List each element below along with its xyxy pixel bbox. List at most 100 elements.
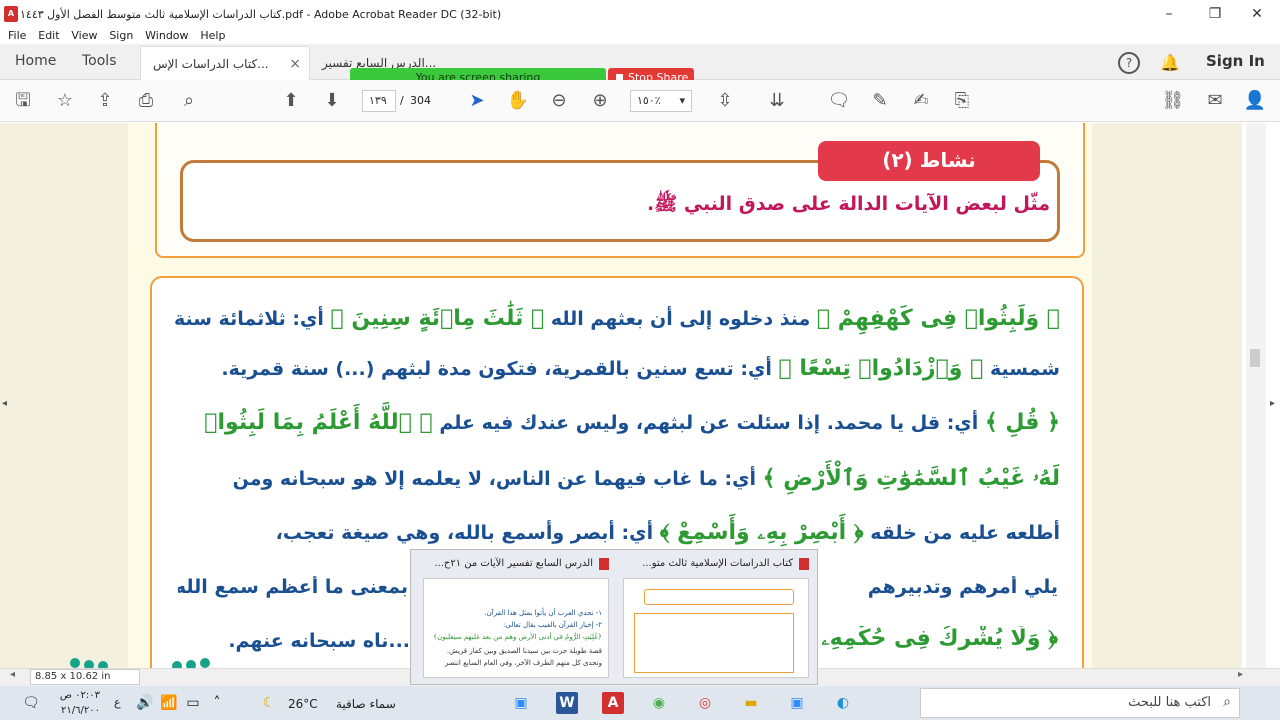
edge-app-icon[interactable]: ◐ bbox=[832, 692, 854, 714]
body-text: شمسية bbox=[983, 358, 1060, 380]
title-bar: A كتاب الدراسات الإسلامية ثالث متوسط الف… bbox=[0, 0, 1280, 28]
quran-text: ﴿ قُلِ ﴾ bbox=[984, 410, 1060, 435]
thumb-content-box bbox=[634, 613, 794, 673]
add-user-icon[interactable]: 👤 bbox=[1242, 88, 1268, 114]
taskbar-time[interactable]: ٠٢:٠٣ ص bbox=[56, 690, 100, 701]
wifi-icon[interactable]: 📶 bbox=[158, 692, 180, 714]
pdf-icon: A bbox=[4, 6, 18, 22]
tab-tools[interactable]: Tools bbox=[82, 53, 117, 69]
comment-icon[interactable]: 🗨 bbox=[826, 88, 852, 114]
hand-icon[interactable]: ✋ bbox=[505, 88, 531, 114]
taskbar-search-box[interactable]: اكتب هنا للبحث ⌕ bbox=[920, 688, 1240, 718]
search-placeholder: اكتب هنا للبحث bbox=[1128, 695, 1211, 710]
weather-condition[interactable]: سماء صافية bbox=[336, 697, 396, 711]
page-up-icon[interactable]: ⬆ bbox=[278, 88, 304, 114]
zoom-out-icon[interactable]: ⊖ bbox=[546, 88, 572, 114]
content-line-7-body: ...ناه سبحانه عنهم. bbox=[230, 630, 410, 652]
page-number-input[interactable]: ١٣٩ bbox=[362, 90, 396, 112]
quran-text: لَهُۥ غَيْبُ ٱلسَّمَٰوَٰتِ وَٱلْأَرْضِ ﴾ bbox=[762, 466, 1060, 491]
scroll-right-icon[interactable]: ▸ bbox=[1238, 669, 1243, 680]
vertical-scrollbar[interactable] bbox=[1246, 123, 1266, 668]
menu-help[interactable]: Help bbox=[200, 29, 225, 42]
activity-text: مثّل لبعض الآيات الدالة على صدق النبي ﷺ. bbox=[647, 193, 1050, 215]
quran-text: ﴿ ٱللَّهُ أَعْلَمُ بِمَا لَبِثُوا۟ bbox=[204, 410, 433, 435]
menu-window[interactable]: Window bbox=[145, 29, 188, 42]
recorder-app-icon[interactable]: ◎ bbox=[694, 692, 716, 714]
body-text: منذ دخلوه إلى أن بعثهم الله bbox=[544, 308, 817, 330]
page-down-icon[interactable]: ⬇ bbox=[319, 88, 345, 114]
window-title: كتاب الدراسات الإسلامية ثالث متوسط الفصل… bbox=[20, 8, 502, 21]
mail-icon[interactable]: ✉ bbox=[1202, 88, 1228, 114]
quran-text: ﴿ ثَلَٰثَ مِا۟ئَةٍ سِنِينَ ﴾ bbox=[330, 306, 545, 331]
scroll-mode-icon[interactable]: ⇊ bbox=[764, 88, 790, 114]
thumbnail-document-1[interactable]: كتاب الدراسات الإسلامية ثالث متو... bbox=[617, 554, 813, 682]
print-icon[interactable]: ⎙ bbox=[133, 88, 159, 114]
zoom-app-icon-2[interactable]: ▣ bbox=[786, 692, 808, 714]
scroll-left-icon[interactable]: ◂ bbox=[10, 669, 15, 680]
zoom-value: ١٥٠٪ bbox=[637, 94, 661, 107]
upload-icon[interactable]: ⇪ bbox=[92, 88, 118, 114]
battery-icon[interactable]: ▭ bbox=[182, 692, 204, 714]
chevron-up-icon[interactable]: ˄ bbox=[206, 692, 228, 714]
content-line-7-quran: ﴿ وَلَا يُشْرِكُ فِى حُكْمِهِۦ ﴾ bbox=[822, 626, 1058, 651]
left-panel-toggle-icon[interactable]: ◂ bbox=[2, 398, 7, 409]
menu-sign[interactable]: Sign bbox=[109, 29, 133, 42]
sign-in-button[interactable]: Sign In bbox=[1206, 52, 1265, 70]
body-text: أي: أبصر وأسمع بالله، وهي صيغة تعجب، bbox=[275, 522, 660, 544]
fit-page-icon[interactable]: ⇳ bbox=[712, 88, 738, 114]
bell-icon[interactable]: 🔔 bbox=[1160, 53, 1180, 72]
windows-taskbar: 🗨 ٠٢:٠٣ ص ٢١/٦/٢٠٠ ع 🔊 📶 ▭ ˄ ☾ 26°C سماء… bbox=[0, 686, 1280, 720]
draw-icon[interactable]: ✍ bbox=[908, 88, 934, 114]
tab-close-icon[interactable]: × bbox=[289, 47, 301, 81]
save-icon[interactable]: 🖫 bbox=[10, 88, 36, 114]
content-line-5: أطلعه عليه من خلقه ﴿ أَبْصِرْ بِهِۦ وَأَ… bbox=[180, 520, 1060, 545]
thumb-text-line: ١- تحدي العرب أن يأتوا بمثل هذا القرآن. bbox=[484, 609, 602, 617]
decorative-dot bbox=[200, 658, 210, 668]
chrome-app-icon[interactable]: ◉ bbox=[648, 692, 670, 714]
weather-temperature[interactable]: 26°C bbox=[288, 697, 318, 711]
body-text: أي: ثلاثمائة سنة bbox=[173, 308, 331, 330]
thumbnail-preview: ١- تحدي العرب أن يأتوا بمثل هذا القرآن. … bbox=[423, 578, 609, 678]
star-icon[interactable]: ☆ bbox=[52, 88, 78, 114]
content-line-2: شمسية ﴿ وَٱزْدَادُوا۟ تِسْعًا ﴾ أي: تسع … bbox=[180, 356, 1060, 381]
decorative-dot bbox=[70, 658, 80, 668]
toolbar: 🖫 ☆ ⇪ ⎙ ⌕ ⬆ ⬇ ١٣٩ / 304 ➤ ✋ ⊖ ⊕ ١٥٠٪ ▾ ⇳… bbox=[0, 80, 1280, 122]
help-icon[interactable]: ? bbox=[1118, 52, 1140, 74]
zoom-select[interactable]: ١٥٠٪ ▾ bbox=[630, 90, 692, 112]
acrobat-app-icon[interactable]: A bbox=[602, 692, 624, 714]
content-line-4: لَهُۥ غَيْبُ ٱلسَّمَٰوَٰتِ وَٱلْأَرْضِ ﴾… bbox=[180, 466, 1060, 491]
thumbnail-document-2[interactable]: الدرس السابع تفسير الآيات من ٢١ح... ١- ت… bbox=[417, 554, 613, 682]
quran-text: ﴿ وَٱزْدَادُوا۟ تِسْعًا ﴾ bbox=[778, 356, 984, 381]
volume-icon[interactable]: 🔊 bbox=[134, 692, 156, 714]
tab-home[interactable]: Home bbox=[15, 53, 56, 69]
zoom-app-icon[interactable]: ▣ bbox=[510, 692, 532, 714]
language-indicator[interactable]: ع bbox=[114, 696, 121, 709]
minimize-button[interactable]: – bbox=[1146, 0, 1192, 28]
stamp-icon[interactable]: ⎘ bbox=[949, 88, 975, 114]
zoom-search-icon[interactable]: ⌕ bbox=[176, 88, 202, 114]
search-icon: ⌕ bbox=[1223, 694, 1231, 710]
menu-view[interactable]: View bbox=[71, 29, 97, 42]
page-total: 304 bbox=[410, 94, 431, 107]
close-button[interactable]: ✕ bbox=[1234, 0, 1280, 28]
tab-document-1-label: كتاب الدراسات الإس... bbox=[153, 57, 269, 71]
weather-moon-icon[interactable]: ☾ bbox=[258, 692, 280, 714]
highlight-icon[interactable]: ✎ bbox=[867, 88, 893, 114]
tab-document-1[interactable]: كتاب الدراسات الإس... × bbox=[140, 46, 310, 80]
content-line-6-left: بمعنى ما أعظم سمع الله bbox=[178, 576, 408, 598]
scroll-thumb[interactable] bbox=[1250, 349, 1260, 367]
file-explorer-icon[interactable]: ▬ bbox=[740, 692, 762, 714]
quran-text: ﴿ أَبْصِرْ بِهِۦ وَأَسْمِعْ ﴾ bbox=[659, 520, 864, 545]
right-panel-toggle-icon[interactable]: ▸ bbox=[1270, 398, 1275, 409]
taskbar-date[interactable]: ٢١/٦/٢٠٠ bbox=[56, 705, 100, 716]
notification-icon[interactable]: 🗨 bbox=[20, 692, 42, 714]
link-icon[interactable]: ⛓ bbox=[1160, 88, 1186, 114]
restore-button[interactable]: ❐ bbox=[1192, 0, 1238, 28]
content-line-3: ﴿ قُلِ ﴾ أي: قل يا محمد. إذا سئلت عن لبث… bbox=[180, 410, 1060, 435]
menu-edit[interactable]: Edit bbox=[38, 29, 59, 42]
word-app-icon[interactable]: W bbox=[556, 692, 578, 714]
select-cursor-icon[interactable]: ➤ bbox=[464, 88, 490, 114]
menu-file[interactable]: File bbox=[8, 29, 26, 42]
zoom-in-icon[interactable]: ⊕ bbox=[587, 88, 613, 114]
body-text: أي: تسع سنين بالقمرية، فتكون مدة لبثهم (… bbox=[221, 358, 779, 380]
